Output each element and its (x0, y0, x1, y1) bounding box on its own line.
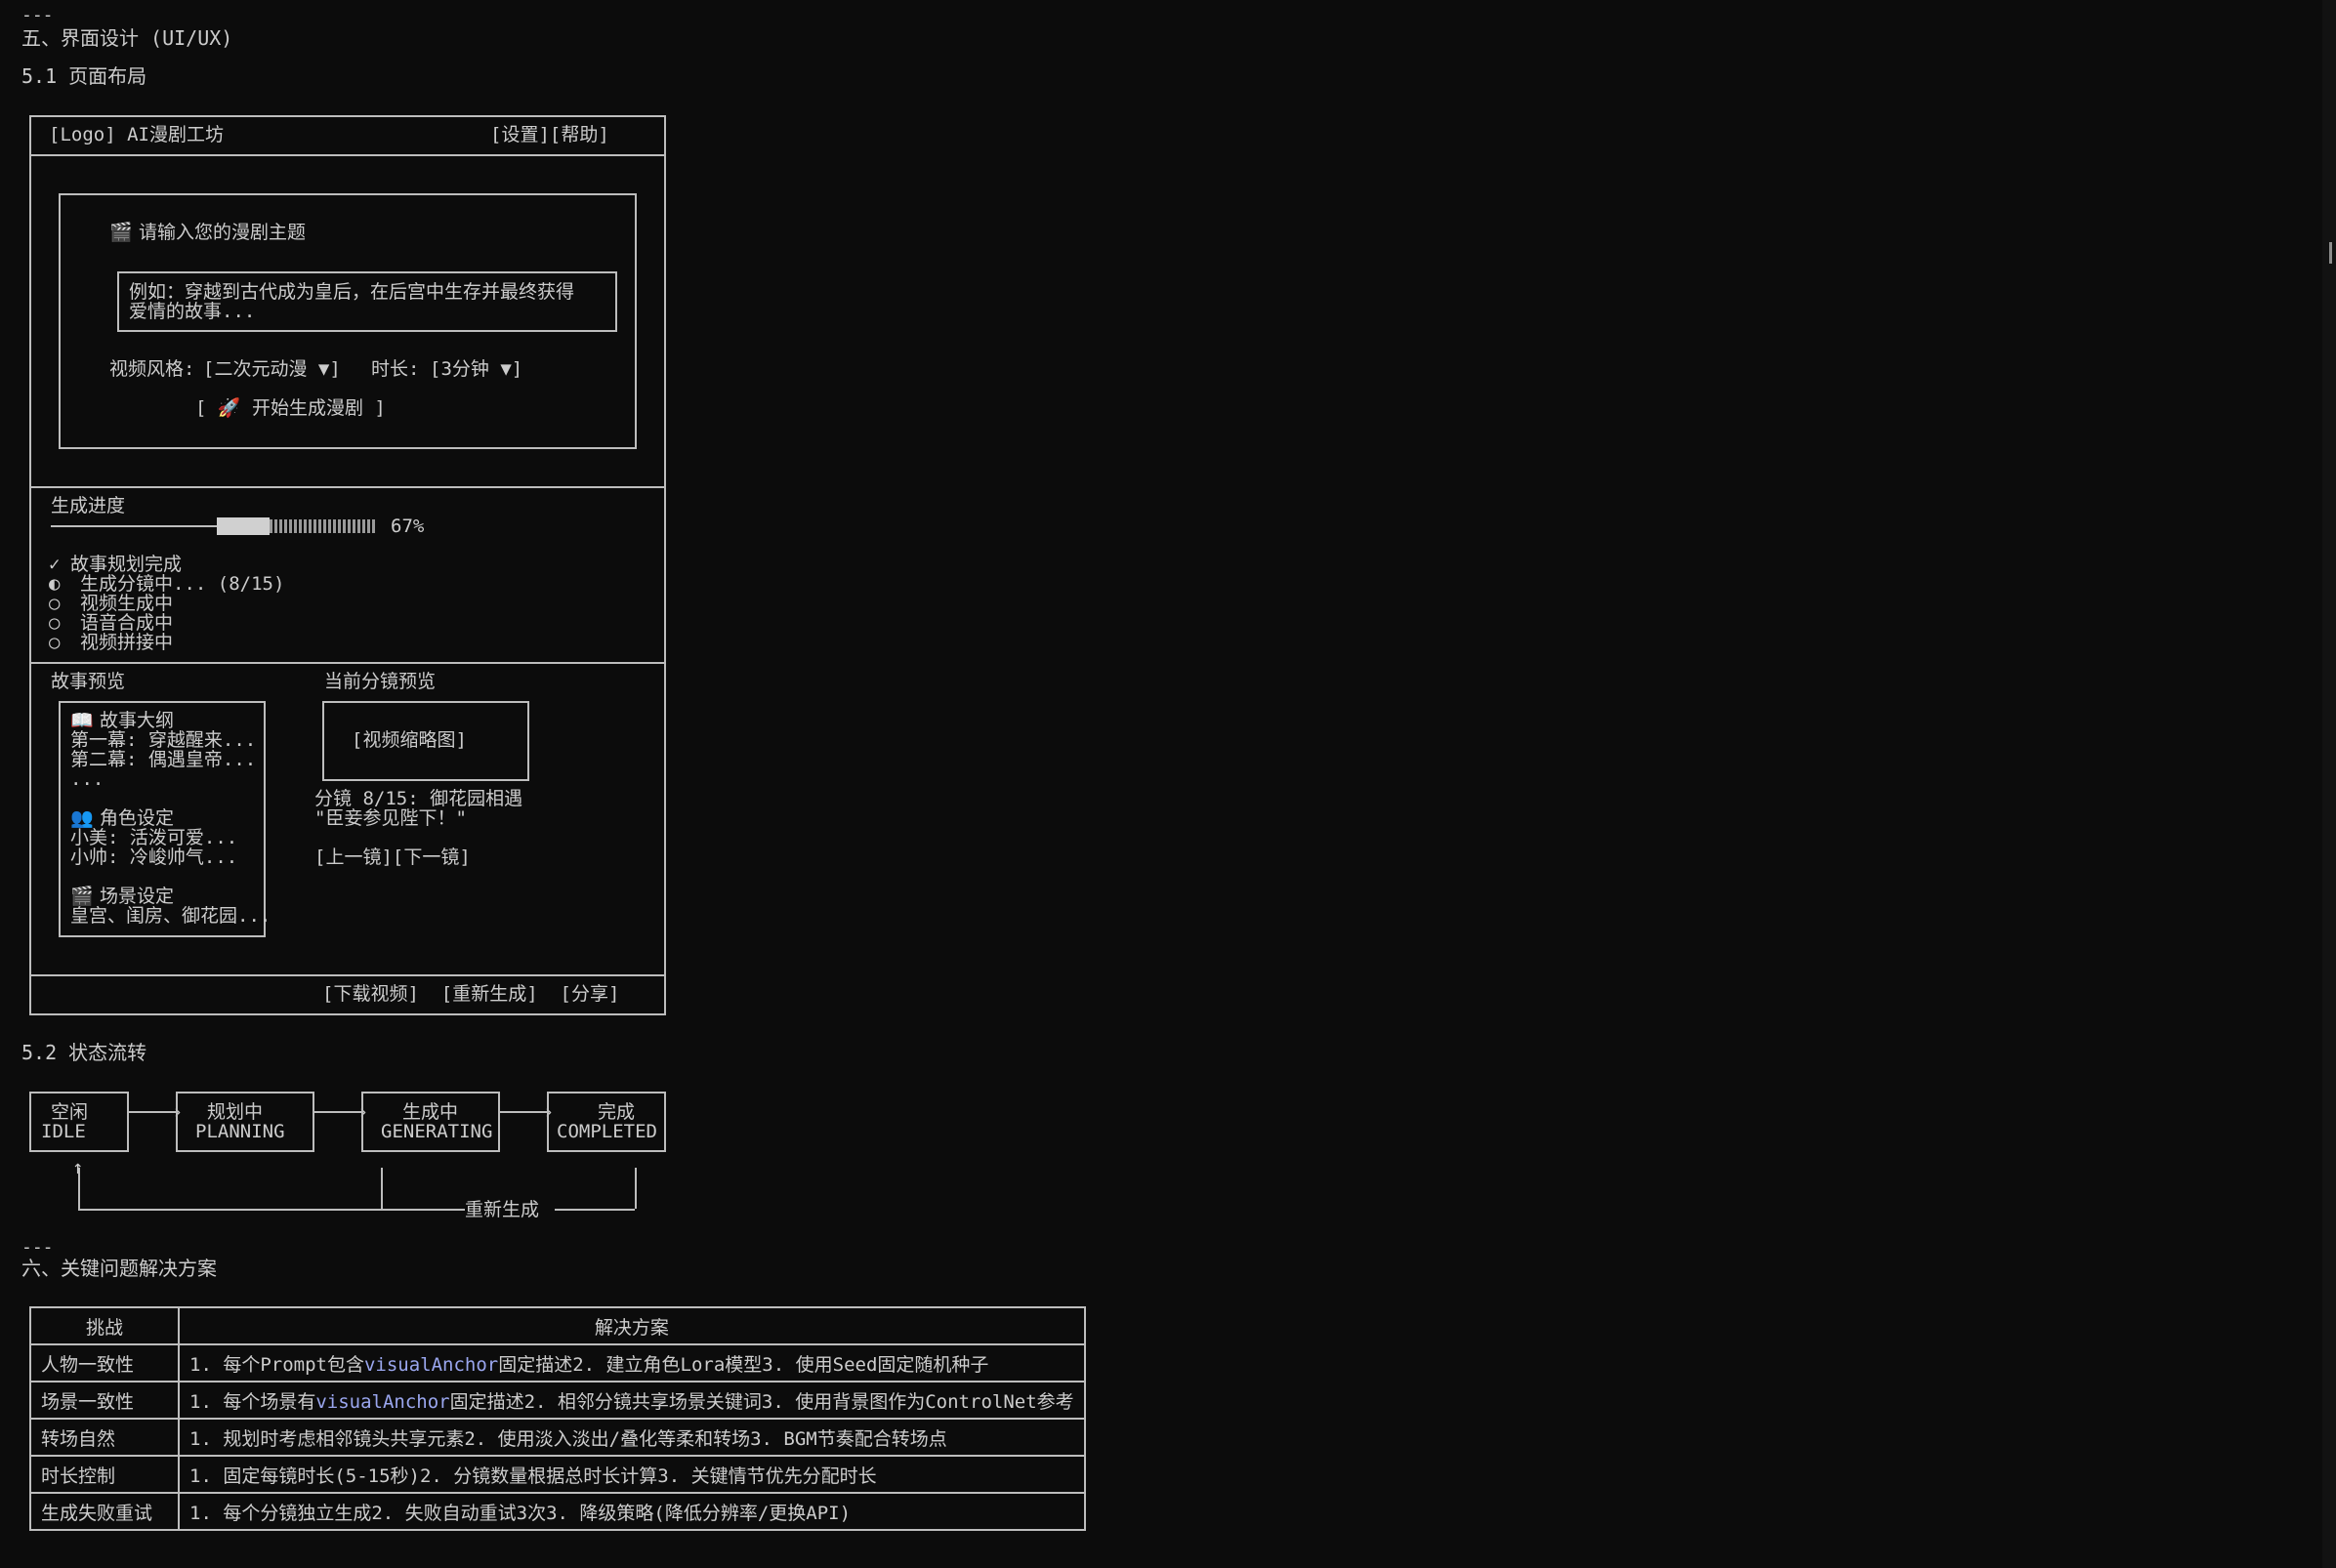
loop-line-bottom-right (555, 1209, 635, 1211)
challenge-cell: 时长控制 (29, 1455, 180, 1494)
header-divider (29, 154, 666, 156)
header-challenge: 挑战 (29, 1306, 180, 1345)
scrollbar-thumb[interactable] (2329, 242, 2332, 264)
vertical-scrollbar[interactable] (2322, 0, 2336, 1568)
subsection-5-2-title: 5.2 状态流转 (21, 1041, 147, 1064)
subsection-5-1-title: 5.1 页面布局 (21, 64, 147, 88)
shot-nav-buttons[interactable]: [上一镜][下一镜] (314, 847, 471, 867)
challenge-cell: 转场自然 (29, 1418, 180, 1457)
table-row: 人物一致性 1. 每个Prompt包含visualAnchor固定描述2. 建立… (29, 1343, 1086, 1382)
duration-select[interactable]: [3分钟 ▼] (430, 359, 522, 379)
outline-line-1: 第一幕: 穿越醒来... (70, 729, 257, 751)
shot-caption-line2: "臣妾参见陛下！" (314, 807, 467, 829)
input-prompt-label: 请输入您的漫剧主题 (139, 222, 307, 243)
step-text-3: 视频生成中 (80, 593, 174, 614)
state-idle-en: IDLE (41, 1121, 86, 1142)
shot-caption-line1: 分镜 8/15: 御花园相遇 (314, 788, 523, 809)
duration-label: 时长: (371, 358, 420, 380)
solution-cell: 1. 固定每镜时长(5-15秒)2. 分镜数量根据总时长计算3. 关键情节优先分… (178, 1455, 1086, 1494)
clapper-icon: 🎬 (109, 222, 133, 243)
step-text-4: 语音合成中 (80, 612, 174, 634)
topic-input-placeholder-line2: 爱情的故事... (129, 301, 256, 322)
state-idle-cn: 空闲 (51, 1101, 89, 1123)
table-row: 生成失败重试 1. 每个分镜独立生成2. 失败自动重试3次3. 降级策略(降低分… (29, 1492, 1086, 1531)
table-header-row: 挑战 解决方案 (29, 1306, 1086, 1345)
header-solution: 解决方案 (178, 1306, 1086, 1345)
step-text-5: 视频拼接中 (80, 632, 174, 653)
solution-cell: 1. 每个Prompt包含visualAnchor固定描述2. 建立角色Lora… (178, 1343, 1086, 1382)
step-mark-4: ○ (49, 612, 61, 634)
separator-mid: --- (21, 1237, 54, 1258)
progress-divider (29, 486, 666, 488)
header-logo[interactable]: [Logo] AI漫剧工坊 (49, 125, 224, 144)
table-row: 场景一致性 1. 每个场景有visualAnchor固定描述2. 相邻分镜共享场… (29, 1381, 1086, 1420)
state-planning-cn: 规划中 (207, 1101, 264, 1123)
roles-line-1: 小美: 活泼可爱... (70, 827, 238, 848)
book-icon: 📖 (70, 710, 94, 731)
footer-divider (29, 974, 666, 976)
state-generating-cn: 生成中 (402, 1101, 459, 1123)
separator-top: --- (21, 5, 54, 25)
loop-line-middle (381, 1168, 383, 1209)
progress-track (51, 525, 217, 527)
video-thumbnail-label: [视频缩略图] (352, 729, 467, 751)
solution-cell: 1. 每个分镜独立生成2. 失败自动重试3次3. 降级策略(降低分辨率/更换AP… (178, 1492, 1086, 1531)
footer-actions[interactable]: [下载视频] [重新生成] [分享] (322, 984, 619, 1004)
step-text-1: 故事规划完成 (70, 554, 183, 575)
solution-code: visualAnchor (363, 1353, 499, 1376)
solution-code: visualAnchor (315, 1390, 450, 1413)
outline-line-2: 第二幕: 偶遇皇帝... (70, 749, 257, 770)
shot-preview-title: 当前分镜预览 (324, 671, 437, 692)
arrow-planning-generating (314, 1111, 363, 1113)
scenes-line-1: 皇宫、闺房、御花园... (70, 905, 271, 927)
style-select[interactable]: [二次元动漫 ▼] (203, 359, 341, 379)
preview-divider (29, 662, 666, 664)
section6-title: 六、关键问题解决方案 (21, 1257, 217, 1280)
story-preview-title: 故事预览 (51, 671, 126, 692)
loop-line-right (635, 1168, 637, 1209)
state-completed-cn: 完成 (598, 1101, 636, 1123)
challenge-cell: 人物一致性 (29, 1343, 180, 1382)
progress-title: 生成进度 (51, 495, 126, 516)
scenes-title: 场景设定 (100, 886, 175, 907)
table-row: 时长控制 1. 固定每镜时长(5-15秒)2. 分镜数量根据总时长计算3. 关键… (29, 1455, 1086, 1494)
regenerate-label: 重新生成 (465, 1199, 540, 1220)
section5-title: 五、界面设计 (UI/UX) (21, 26, 233, 50)
loop-arrow-up: ↑ (72, 1157, 84, 1178)
challenge-cell: 生成失败重试 (29, 1492, 180, 1531)
solution-cell: 1. 每个场景有visualAnchor固定描述2. 相邻分镜共享场景关键词3.… (178, 1381, 1086, 1420)
table-row: 转场自然 1. 规划时考虑相邻镜头共享元素2. 使用淡入淡出/叠化等柔和转场3.… (29, 1418, 1086, 1457)
step-mark-1: ✓ (49, 554, 61, 575)
loop-line-bottom-left (78, 1209, 465, 1211)
step-mark-2: ◐ (49, 573, 61, 595)
arrow-generating-completed (500, 1111, 549, 1113)
solution-text-post: 固定描述2. 相邻分镜共享场景关键词3. 使用背景图作为ControlNet参考 (449, 1390, 1074, 1413)
scene-icon: 🎬 (70, 886, 94, 907)
state-completed-en: COMPLETED (557, 1121, 657, 1142)
roles-line-2: 小帅: 冷峻帅气... (70, 846, 238, 868)
solutions-table: 挑战 解决方案 人物一致性 1. 每个Prompt包含visualAnchor固… (29, 1306, 1086, 1531)
state-planning-en: PLANNING (195, 1121, 285, 1142)
progress-bar-remaining (270, 519, 375, 533)
solution-cell: 1. 规划时考虑相邻镜头共享元素2. 使用淡入淡出/叠化等柔和转场3. BGM节… (178, 1418, 1086, 1457)
header-settings-help[interactable]: [设置][帮助] (490, 125, 609, 144)
roles-title: 角色设定 (100, 807, 175, 829)
arrow-idle-planning (129, 1111, 178, 1113)
start-generate-button[interactable]: [ 🚀 开始生成漫剧 ] (195, 398, 386, 418)
step-text-2: 生成分镜中... (8/15) (80, 573, 285, 595)
progress-bar-fill (217, 517, 270, 535)
challenge-cell: 场景一致性 (29, 1381, 180, 1420)
progress-percent: 67% (391, 516, 425, 537)
step-mark-3: ○ (49, 593, 61, 614)
solution-text-pre: 1. 每个场景有 (189, 1390, 316, 1413)
state-generating-en: GENERATING (381, 1121, 493, 1142)
topic-input-placeholder-line1: 例如：穿越到古代成为皇后，在后宫中生存并最终获得 (129, 281, 575, 303)
solution-text-post: 固定描述2. 建立角色Lora模型3. 使用Seed固定随机种子 (498, 1353, 989, 1376)
step-mark-5: ○ (49, 632, 61, 653)
outline-line-3: ... (70, 768, 104, 790)
people-icon: 👥 (70, 807, 94, 829)
outline-title: 故事大纲 (100, 710, 175, 731)
solution-text-pre: 1. 每个Prompt包含 (189, 1353, 364, 1376)
style-label: 视频风格: (109, 358, 195, 380)
